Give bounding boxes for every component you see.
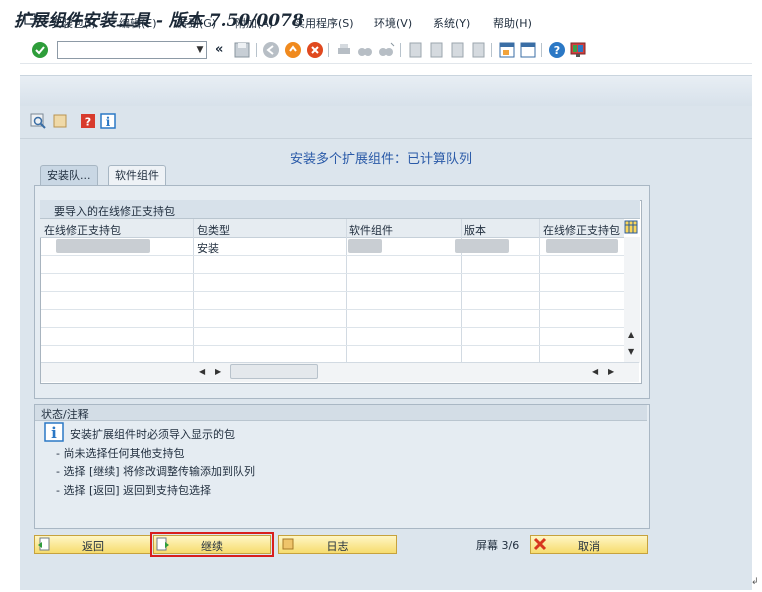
- svg-text:?: ?: [554, 44, 560, 57]
- toolbar-separator: [256, 43, 257, 57]
- menu-help[interactable]: 帮助(H): [493, 15, 532, 31]
- toolbar-separator: [491, 43, 492, 57]
- tab-software-components[interactable]: 软件组件: [108, 165, 166, 186]
- vertical-scrollbar[interactable]: ▲ ▼: [624, 237, 640, 363]
- command-dropdown-icon[interactable]: ▼: [194, 41, 206, 59]
- column-header-release[interactable]: 版本: [464, 222, 486, 238]
- first-page-icon[interactable]: [406, 41, 424, 59]
- new-session-icon[interactable]: [498, 41, 516, 59]
- check-icon[interactable]: [31, 41, 49, 59]
- back-double-icon[interactable]: «: [215, 42, 223, 57]
- row-divider: [41, 255, 624, 256]
- cancel-icon[interactable]: [306, 41, 324, 59]
- title-bar: [20, 75, 752, 108]
- svg-text:?: ?: [85, 116, 91, 129]
- scroll-down-icon[interactable]: ▼: [628, 347, 634, 356]
- find-icon[interactable]: [356, 41, 374, 59]
- display-details-icon[interactable]: [30, 113, 46, 129]
- screen-heading: 安装多个扩展组件：已计算队列: [290, 152, 473, 167]
- column-header-software-component[interactable]: 软件组件: [349, 222, 393, 238]
- print-icon[interactable]: [335, 41, 353, 59]
- tab-install-queue[interactable]: 安装队...: [40, 165, 98, 186]
- back-button[interactable]: 返回: [34, 535, 152, 554]
- row-divider: [41, 309, 624, 310]
- scroll-left-icon[interactable]: ◀: [592, 367, 598, 376]
- svg-text:i: i: [106, 115, 111, 129]
- back-icon[interactable]: [262, 41, 280, 59]
- table-row-package-type[interactable]: 安装: [197, 240, 219, 256]
- scroll-right-icon[interactable]: ▶: [608, 367, 614, 376]
- continue-button-label: 继续: [201, 540, 223, 553]
- continue-button[interactable]: 继续: [150, 532, 274, 557]
- row-divider: [41, 345, 624, 346]
- toolbar-separator: [400, 43, 401, 57]
- table-row-obscured-cell: [348, 239, 382, 253]
- row-divider: [41, 273, 624, 274]
- page-title: 扩展组件安装工具 - 版本 7.50/0078: [14, 11, 304, 31]
- status-message: 安装扩展组件时必须导入显示的包: [70, 428, 235, 441]
- screen-counter-label: 屏幕: [476, 539, 498, 552]
- status-note: - 选择 [继续] 将修改调整传输添加到队列: [56, 465, 256, 478]
- screen-counter-value: 3/6: [501, 539, 520, 552]
- return-arrow-icon: ↲: [751, 577, 759, 587]
- horizontal-scroll-thumb[interactable]: [230, 364, 318, 379]
- menu-environment[interactable]: 环境(V): [374, 15, 412, 31]
- row-divider: [41, 291, 624, 292]
- log-button-label: 日志: [326, 540, 349, 553]
- info-icon: i: [44, 422, 64, 442]
- help-icon[interactable]: ?: [548, 41, 566, 59]
- log-button[interactable]: 日志: [278, 535, 397, 554]
- status-heading: 状态/注释: [41, 408, 89, 421]
- table-header: 在线修正支持包 包类型 软件组件 版本 在线修正支持包: [40, 219, 624, 238]
- find-next-icon[interactable]: [377, 41, 395, 59]
- toolbar-separator: [541, 43, 542, 57]
- command-field[interactable]: [57, 41, 207, 59]
- back-button-label: 返回: [82, 540, 104, 553]
- standard-toolbar: ▼ « ?: [20, 37, 752, 64]
- scroll-up-icon[interactable]: ▲: [628, 330, 634, 339]
- row-divider: [41, 327, 624, 328]
- table-settings-icon[interactable]: [624, 220, 638, 234]
- table-row-obscured-cell: [546, 239, 618, 253]
- shortcut-icon[interactable]: [519, 41, 537, 59]
- cancel-button[interactable]: 取消: [530, 535, 648, 554]
- save-icon[interactable]: [233, 41, 251, 59]
- last-page-icon[interactable]: [469, 41, 487, 59]
- svg-text:i: i: [51, 424, 57, 442]
- table-title-bar: 要导入的在线修正支持包: [40, 200, 640, 219]
- cancel-button-label: 取消: [578, 540, 600, 553]
- question-icon[interactable]: ?: [80, 113, 96, 129]
- application-toolbar: ? i: [20, 106, 752, 139]
- menu-system[interactable]: 系统(Y): [433, 15, 470, 31]
- prev-page-icon[interactable]: [427, 41, 445, 59]
- column-header-package-type[interactable]: 包类型: [197, 222, 230, 238]
- info-icon[interactable]: i: [100, 113, 116, 129]
- next-page-icon[interactable]: [448, 41, 466, 59]
- scroll-icon[interactable]: [52, 113, 68, 129]
- status-panel-header: 状态/注释: [35, 405, 647, 421]
- table-row-obscured-cell: [56, 239, 150, 253]
- scroll-left-icon[interactable]: ◀: [199, 367, 205, 376]
- status-note: - 尚未选择任何其他支持包: [56, 447, 185, 460]
- layout-icon[interactable]: [569, 41, 587, 59]
- table-title: 要导入的在线修正支持包: [54, 205, 175, 218]
- exit-icon[interactable]: [284, 41, 302, 59]
- scroll-right-icon[interactable]: ▶: [215, 367, 221, 376]
- toolbar-separator: [328, 43, 329, 57]
- screen-counter: 屏幕 3/6: [476, 537, 519, 553]
- column-header-patch-2[interactable]: 在线修正支持包: [543, 222, 623, 238]
- horizontal-scrollbar[interactable]: ◀ ▶ ◀ ▶: [41, 362, 639, 382]
- table-row-obscured-cell: [455, 239, 509, 253]
- column-header-patch[interactable]: 在线修正支持包: [44, 222, 121, 238]
- status-note: - 选择 [返回] 返回到支持包选择: [56, 484, 212, 497]
